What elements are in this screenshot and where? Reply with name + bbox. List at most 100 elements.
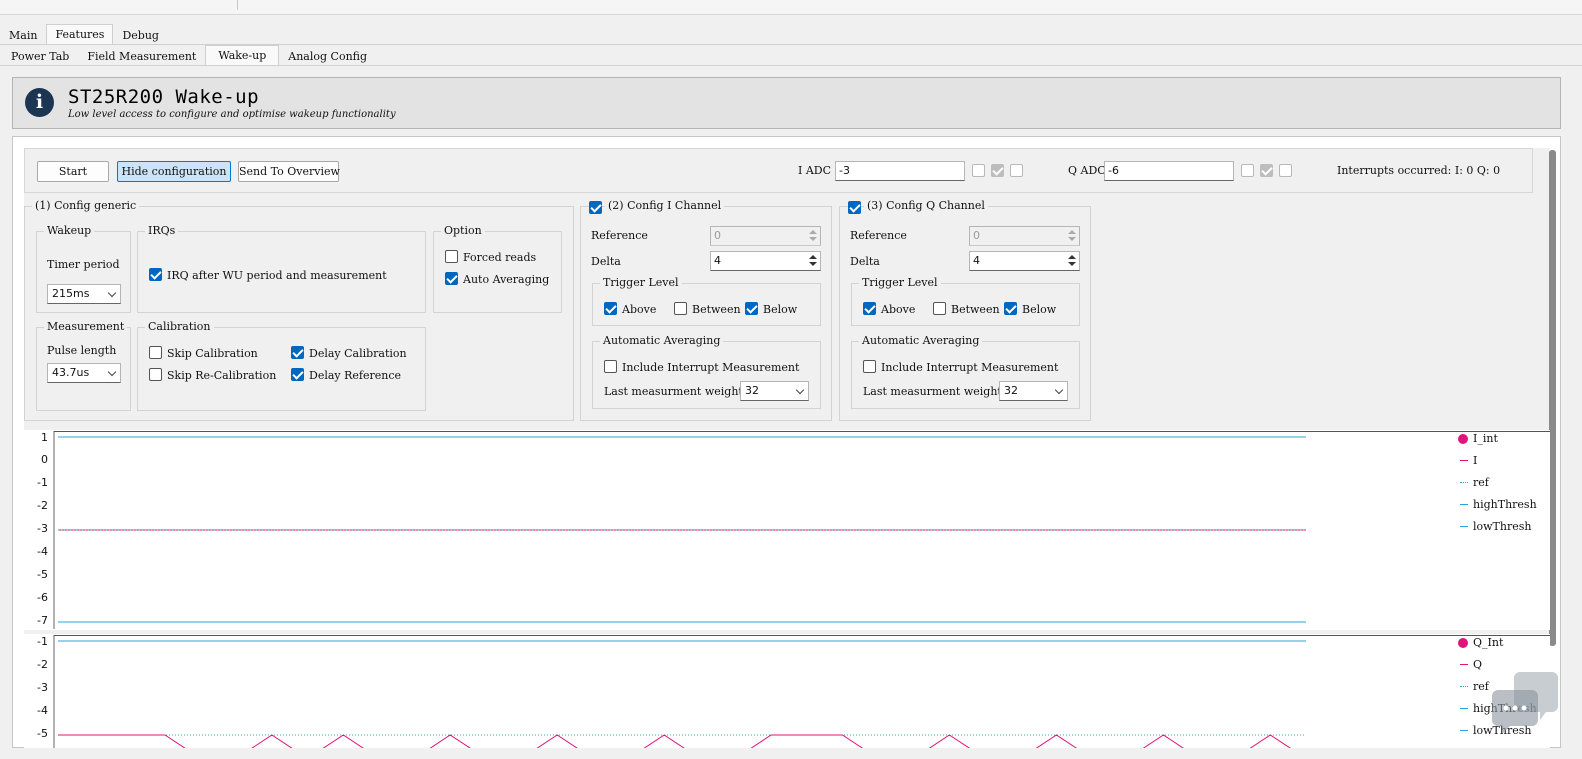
q-weight-value: 32 [1004,384,1018,397]
tab-debug[interactable]: Debug [113,26,168,44]
pulse-length-value: 43.7us [52,366,90,379]
option-group: Option Forced reads Auto Averaging [433,224,562,313]
i-below-label: Below [763,303,798,316]
q-include-interrupt-label: Include Interrupt Measurement [881,361,1059,374]
irqs-group: IRQs IRQ after WU period and measurement [137,224,426,313]
tab-wake-up[interactable]: Wake-up [205,45,280,65]
config-q-channel-checkbox[interactable] [848,201,861,214]
spin-arrows-icon[interactable] [806,252,820,270]
interrupts-status: Interrupts occurred: I: 0 Q: 0 [1337,164,1501,177]
i-delta-spinbox[interactable]: 4 [710,251,821,271]
i-between-checkbox[interactable] [674,302,687,315]
hide-configuration-button[interactable]: Hide configuration [117,161,231,182]
i-adc-label: I ADC [798,164,832,177]
q-weight-select[interactable]: 32 [999,381,1068,401]
tab-field-measurement[interactable]: Field Measurement [78,47,205,65]
delay-reference-checkbox[interactable] [291,368,304,381]
calibration-title: Calibration [145,320,214,333]
i-delta-label: Delta [591,255,621,268]
chevron-down-icon [795,385,805,395]
legend-line-icon [1460,526,1468,527]
spin-arrows-icon [1065,227,1079,245]
option-title: Option [441,224,485,237]
header-banner: i ST25R200 Wake-up Low level access to c… [12,77,1561,129]
info-icon: i [25,88,54,117]
q-below-checkbox[interactable] [1004,302,1017,315]
config-i-channel-checkbox[interactable] [589,201,602,214]
spin-arrows-icon[interactable] [1065,252,1079,270]
delay-calibration-checkbox[interactable] [291,346,304,359]
q-between-label: Between [951,303,1000,316]
i-between-label: Between [692,303,741,316]
skip-calibration-checkbox[interactable] [149,346,162,359]
auto-averaging-checkbox[interactable] [445,272,458,285]
timer-period-select[interactable]: 215ms [47,284,121,304]
timer-period-value: 215ms [52,287,90,300]
i-auto-averaging-group: Automatic Averaging Include Interrupt Me… [592,334,821,409]
i-trigger-level-group: Trigger Level Above Between Below [592,276,821,326]
q-delta-spinbox[interactable]: 4 [969,251,1080,271]
i-adc-flag-3[interactable] [1010,164,1023,177]
i-reference-value: 0 [714,229,721,242]
legend-label: highThresh [1473,498,1537,511]
config-generic-group: (1) Config generic Wakeup Timer period 2… [24,199,574,421]
vertical-scrollbar[interactable] [1549,150,1556,646]
skip-recalibration-label: Skip Re-Calibration [167,369,277,382]
i-below-checkbox[interactable] [745,302,758,315]
delay-calibration-label: Delay Calibration [309,347,407,360]
i-weight-select[interactable]: 32 [740,381,809,401]
irq-after-wu-checkbox[interactable] [149,268,162,281]
q-reference-spinbox: 0 [969,226,1080,246]
q-adc-flag-1[interactable] [1241,164,1254,177]
q-between-checkbox[interactable] [933,302,946,315]
q-include-interrupt-checkbox[interactable] [863,360,876,373]
i-adc-flag-1[interactable] [972,164,985,177]
q-adc-field[interactable]: -6 [1104,161,1234,181]
chat-bubble-icon [1492,672,1558,734]
q-adc-label: Q ADC [1068,164,1106,177]
q-above-label: Above [881,303,916,316]
q-weight-label: Last measurment weight [863,385,1002,398]
sub-tab-divider [0,65,1582,66]
legend-line-icon [1460,504,1468,505]
wakeup-title: Wakeup [44,224,95,237]
legend-label: ref [1473,476,1489,489]
config-q-channel-title: (3) Config Q Channel [864,199,988,212]
timer-period-label: Timer period [47,258,120,271]
send-to-overview-button[interactable]: Send To Overview [238,161,340,182]
i-reference-label: Reference [591,229,648,242]
q-delta-label: Delta [850,255,880,268]
legend-label: Q_Int [1473,636,1504,649]
pulse-length-label: Pulse length [47,344,117,357]
page-subtitle: Low level access to configure and optimi… [68,109,396,120]
tab-features[interactable]: Features [46,24,114,44]
config-generic-title: (1) Config generic [32,199,140,212]
tab-analog-config[interactable]: Analog Config [279,47,376,65]
tab-main[interactable]: Main [0,26,46,44]
i-adc-flag-2[interactable] [991,164,1004,177]
q-adc-flag-2[interactable] [1260,164,1273,177]
config-q-channel-group: (3) Config Q Channel Reference 0 Delta 4… [839,199,1091,421]
forced-reads-checkbox[interactable] [445,250,458,263]
q-plot-area [53,635,1550,748]
i-above-checkbox[interactable] [604,302,617,315]
measurement-title: Measurement [44,320,128,333]
i-include-interrupt-label: Include Interrupt Measurement [622,361,800,374]
i-adc-field[interactable]: -3 [835,161,965,181]
legend-label: I_int [1473,432,1498,445]
toolbar: Start Hide configuration Send To Overvie… [24,148,1533,193]
i-include-interrupt-checkbox[interactable] [604,360,617,373]
legend-label: Q [1473,658,1483,671]
legend-dot-icon [1458,638,1468,648]
q-channel-chart: -1 -2 -3 -4 -5 Q_Int Q ref highThresh lo… [24,634,1550,748]
start-button[interactable]: Start [37,161,109,182]
skip-recalibration-checkbox[interactable] [149,368,162,381]
legend-label: lowThresh [1473,520,1532,533]
tab-power[interactable]: Power Tab [0,47,78,65]
irq-after-wu-label: IRQ after WU period and measurement [167,269,387,282]
i-trigger-level-title: Trigger Level [600,276,682,289]
q-above-checkbox[interactable] [863,302,876,315]
q-trigger-level-title: Trigger Level [859,276,941,289]
q-adc-flag-3[interactable] [1279,164,1292,177]
pulse-length-select[interactable]: 43.7us [47,363,121,383]
